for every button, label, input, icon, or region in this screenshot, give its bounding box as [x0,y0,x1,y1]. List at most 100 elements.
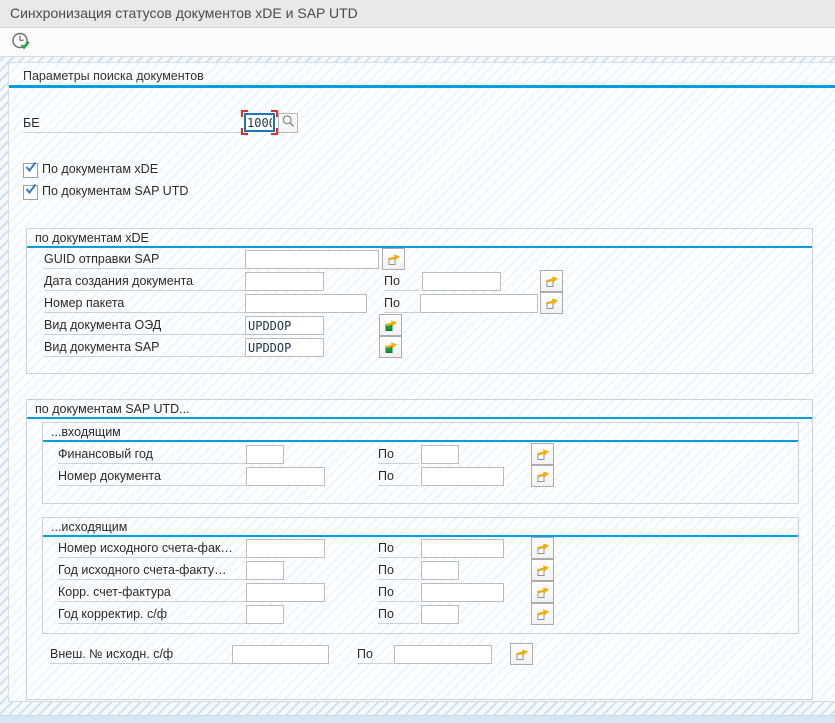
search-icon [281,114,296,132]
guid-label: GUID отправки SAP [44,250,245,269]
group-saputd: по документам SAP UTD... ...входящим Фин… [26,399,813,700]
multi-select-icon [535,561,551,580]
to-label: По [378,445,419,464]
external-invoice-from-input[interactable] [232,645,329,664]
focus-corner [271,128,278,135]
to-label: По [357,645,393,664]
src-invoice-year-to-input[interactable] [421,561,459,580]
multi-select-button[interactable] [531,581,554,603]
section-header-rule [9,85,835,88]
multi-select-active-button[interactable] [379,314,402,336]
multi-select-button[interactable] [510,643,533,665]
group-saputd-title: по документам SAP UTD... [35,402,190,416]
multi-select-icon [535,467,551,486]
multi-select-icon [535,445,551,464]
group-incoming-title: ...входящим [51,425,121,439]
field-row-doctype-oed: Вид документа ОЭД [27,316,812,337]
doctype-sap-label: Вид документа SAP [44,338,245,357]
src-invoice-number-label: Номер исходного счета-фак… [58,539,246,558]
multi-select-icon [535,605,551,624]
doc-number-from-input[interactable] [246,467,325,486]
multi-select-button[interactable] [531,443,554,465]
multi-select-icon [544,272,560,291]
doctype-oed-label: Вид документа ОЭД [44,316,245,335]
src-invoice-year-label: Год исходного счета-факту… [58,561,246,580]
created-from-input[interactable] [245,272,324,291]
multi-select-button[interactable] [531,465,554,487]
execute-clock-check-icon [11,40,32,55]
page-title: Синхронизация статусов документов xDE и … [10,5,358,21]
group-title-rule [43,535,798,537]
to-label: По [384,272,420,291]
to-label: По [378,539,419,558]
application-toolbar [0,28,835,57]
company-code-field-focus [244,113,275,132]
doc-number-to-input[interactable] [421,467,504,486]
created-to-input[interactable] [422,272,501,291]
group-xde-title: по документам xDE [35,231,149,245]
search-help-button[interactable] [278,113,298,133]
corr-invoice-to-input[interactable] [421,583,504,602]
check-icon [24,160,38,179]
corr-year-from-input[interactable] [246,605,284,624]
multi-select-active-icon [383,338,399,357]
multi-select-button[interactable] [540,292,563,314]
package-to-input[interactable] [420,294,538,313]
external-invoice-label: Внеш. № исходн. с/ф [50,645,232,664]
field-row-doctype-sap: Вид документа SAP [27,338,812,359]
field-row-doc-number: Номер документа По [43,467,798,488]
multi-select-button[interactable] [531,559,554,581]
fiscal-year-label: Финансовый год [58,445,246,464]
src-invoice-year-from-input[interactable] [246,561,284,580]
group-xde: по документам xDE GUID отправки SAP Дата… [26,228,813,374]
multi-select-button[interactable] [531,537,554,559]
corr-invoice-label: Корр. счет-фактура [58,583,246,602]
doctype-sap-input[interactable] [245,338,324,357]
multi-select-button[interactable] [382,248,405,270]
group-outgoing: ...исходящим Номер исходного счета-фак… … [42,517,799,634]
to-label: По [378,583,419,602]
fiscal-year-from-input[interactable] [246,445,284,464]
group-title-rule [27,417,812,419]
multi-select-button[interactable] [540,270,563,292]
field-row-guid: GUID отправки SAP [27,250,812,271]
src-invoice-number-from-input[interactable] [246,539,325,558]
group-title-rule [43,440,798,442]
section-header: Параметры поиска документов [23,69,204,83]
selection-screen-panel: Параметры поиска документов БЕ По докуме… [8,62,835,702]
corr-year-to-input[interactable] [421,605,459,624]
package-from-input[interactable] [245,294,367,313]
multi-select-icon [386,250,402,269]
focus-corner [241,128,248,135]
check-icon [24,182,38,201]
external-invoice-to-input[interactable] [394,645,492,664]
field-row-corr-invoice: Корр. счет-фактура По [43,583,798,604]
field-row-src-invoice-year: Год исходного счета-факту… По [43,561,798,582]
execute-button[interactable] [8,30,34,55]
multi-select-button[interactable] [531,603,554,625]
to-label: По [384,294,420,313]
window-title-bar: Синхронизация статусов документов xDE и … [0,0,835,28]
field-row-package: Номер пакета По [27,294,812,315]
group-title-rule [27,246,812,248]
to-label: По [378,467,419,486]
fiscal-year-to-input[interactable] [421,445,459,464]
multi-select-icon [544,294,560,313]
checkbox-by-saputd-label: По документам SAP UTD [42,184,188,198]
field-row-src-invoice-number: Номер исходного счета-фак… По [43,539,798,560]
created-label: Дата создания документа [44,272,245,291]
field-row-corr-year: Год корректир. с/ф По [43,605,798,626]
corr-invoice-from-input[interactable] [246,583,325,602]
doctype-oed-input[interactable] [245,316,324,335]
bottom-status-strip [0,715,835,723]
src-invoice-number-to-input[interactable] [421,539,504,558]
guid-input[interactable] [245,250,379,269]
focus-corner [241,110,248,117]
multi-select-icon [535,583,551,602]
company-code-label: БЕ [23,114,244,133]
package-label: Номер пакета [44,294,245,313]
focus-corner [271,110,278,117]
field-row-created: Дата создания документа По [27,272,812,293]
to-label: По [378,561,419,580]
multi-select-active-button[interactable] [379,336,402,358]
